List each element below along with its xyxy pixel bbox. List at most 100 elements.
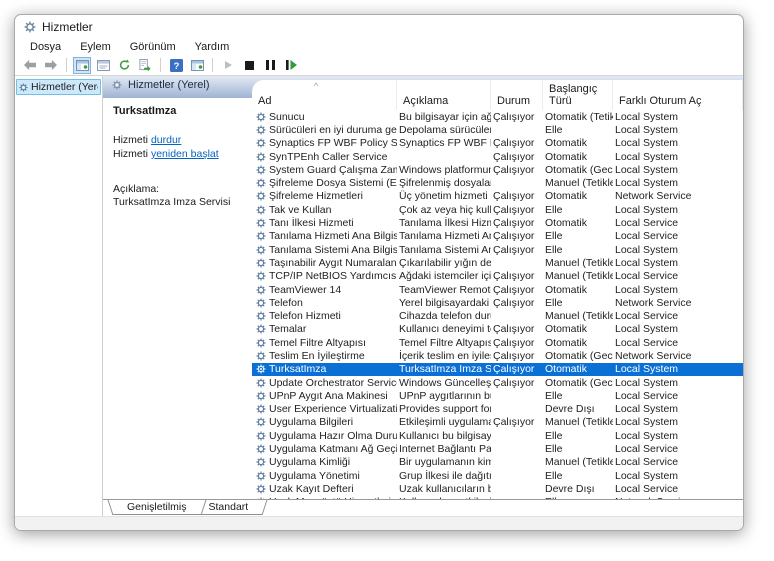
service-row[interactable]: User Experience Virtualizatio... Provide… [252,403,743,416]
service-name-cell: User Experience Virtualizatio... [252,403,397,415]
service-row[interactable]: TCP/IP NetBIOS Yardımcısı Ağdaki istemci… [252,270,743,283]
refresh-icon[interactable] [115,57,133,74]
service-row[interactable]: Synaptics FP WBF Policy Ser... Synaptics… [252,137,743,150]
stop-service-icon[interactable] [240,57,258,74]
service-gear-icon [256,431,266,441]
export-list-icon[interactable] [136,57,154,74]
start-service-icon[interactable] [219,57,237,74]
show-console-tree-icon[interactable] [73,57,91,74]
service-gear-icon [256,271,266,281]
service-row[interactable]: Uygulama Kimliği Bir uygulamanın kimliği… [252,456,743,469]
service-name-cell: Update Orchestrator Service [252,377,397,389]
service-row[interactable]: Sürücüleri en iyi duruma getir Depolama … [252,123,743,136]
service-gear-icon [256,378,266,388]
service-gear-icon [256,484,266,494]
service-row[interactable]: Tak ve Kullan Çok az veya hiç kullanıcı … [252,203,743,216]
service-name-cell: Tanı İlkesi Hizmeti [252,217,397,229]
column-header-baslangic[interactable]: Başlangıç Türü [543,80,613,110]
menu-dosya[interactable]: Dosya [30,41,61,53]
service-row[interactable]: Tanılama Hizmeti Ana Bilgis... Tanılama … [252,230,743,243]
service-name-cell: Uygulama Hazır Olma Duru... [252,430,397,442]
service-desc-cell: Temel Filtre Altyapısı (BF... [397,337,491,349]
menu-bar: Dosya Eylem Görünüm Yardım [15,39,743,55]
back-arrow-icon[interactable] [21,57,39,74]
service-row[interactable]: Taşınabilir Aygıt Numaralan... Çıkarılab… [252,256,743,269]
service-row[interactable]: SynTPEnh Caller Service Çalışıyor Otomat… [252,150,743,163]
service-row[interactable]: Uygulama Yönetimi Grup İlkesi ile dağıtı… [252,469,743,482]
column-header-oturum[interactable]: Farklı Oturum Aç [613,80,743,110]
pause-service-icon[interactable] [261,57,279,74]
service-name-cell: TCP/IP NetBIOS Yardımcısı [252,270,397,282]
service-start-cell: Elle [543,443,613,455]
service-logon-cell: Local Service [613,483,743,495]
service-row[interactable]: Telefon Yerel bilgisayardaki ve L... Çal… [252,296,743,309]
selected-service-panel: TurksatImza Hizmeti durdur Hizmeti yenid… [103,98,252,499]
service-name-cell: Tak ve Kullan [252,204,397,216]
service-row[interactable]: Şifreleme Dosya Sistemi (EFS) Şifrelenmi… [252,176,743,189]
service-name-cell: Synaptics FP WBF Policy Ser... [252,137,397,149]
service-logon-cell: Local System [613,164,743,176]
service-row[interactable]: Uzak Kayıt Defteri Uzak kullanıcıların b… [252,482,743,495]
service-gear-icon [256,152,266,162]
tab-label: Standart [209,501,249,513]
service-row[interactable]: UPnP Aygıt Ana Makinesi UPnP aygıtlarını… [252,389,743,402]
menu-yardim[interactable]: Yardım [195,41,230,53]
service-row[interactable]: Telefon Hizmeti Cihazda telefon durumu..… [252,309,743,322]
service-row[interactable]: Teslim En İyileştirme İçerik teslim en i… [252,349,743,362]
service-start-cell: Otomatik [543,217,613,229]
service-row[interactable]: Şifreleme Hizmetleri Üç yönetim hizmeti … [252,190,743,203]
column-header-aciklama[interactable]: Açıklama [397,80,491,110]
service-desc-cell: Üç yönetim hizmeti sağl... [397,190,491,202]
tree-item-services-local[interactable]: Hizmetler (Yerel) [16,79,101,95]
window-bottom-strip [15,516,743,530]
service-name-cell: Uygulama Yönetimi [252,470,397,482]
service-start-cell: Elle [543,230,613,242]
service-start-cell: Devre Dışı [543,403,613,415]
stop-service-link[interactable]: durdur [151,134,181,146]
service-gear-icon [256,457,266,467]
service-row[interactable]: Uygulama Bilgileri Etkileşimli uygulamal… [252,416,743,429]
service-gear-icon [256,112,266,122]
new-window-icon[interactable] [188,57,206,74]
service-start-cell: Otomatik [543,151,613,163]
service-status-cell: Çalışıyor [491,337,543,349]
column-header-durum[interactable]: Durum [491,80,543,110]
tab-genisletilmis[interactable]: Genişletilmiş [114,500,200,515]
service-status-cell: Çalışıyor [491,416,543,428]
service-start-cell: Elle [543,204,613,216]
properties-window-icon[interactable] [94,57,112,74]
column-header-ad[interactable]: Ad [252,80,397,110]
service-row[interactable]: Temalar Kullanıcı deneyimi tema... Çalış… [252,323,743,336]
selected-service-name: TurksatImza [113,105,242,117]
restart-service-icon[interactable] [282,57,300,74]
service-name-cell: Temel Filtre Altyapısı [252,337,397,349]
service-logon-cell: Local Service [613,270,743,282]
service-gear-icon [256,417,266,427]
service-row[interactable]: Sunucu Bu bilgisayar için ağ üzer... Çal… [252,110,743,123]
service-row[interactable]: Uygulama Hazır Olma Duru... Kullanıcı bu… [252,429,743,442]
service-row[interactable]: Update Orchestrator Service Windows Günc… [252,376,743,389]
service-start-cell: Elle [543,390,613,402]
service-row[interactable]: Temel Filtre Altyapısı Temel Filtre Alty… [252,336,743,349]
menu-gorunum[interactable]: Görünüm [130,41,176,53]
service-status-cell: Çalışıyor [491,111,543,123]
service-start-cell: Elle [543,244,613,256]
service-row[interactable]: System Guard Çalışma Zam... Windows plat… [252,163,743,176]
service-row[interactable]: TeamViewer 14 TeamViewer Remote Sof... Ç… [252,283,743,296]
forward-arrow-icon[interactable] [42,57,60,74]
service-logon-cell: Local System [613,363,743,375]
service-row[interactable]: Uygulama Katmanı Ağ Geçi... Internet Bağ… [252,442,743,455]
service-start-cell: Otomatik [543,323,613,335]
menu-eylem[interactable]: Eylem [80,41,111,53]
console-tree-pane: Hizmetler (Yerel) [15,76,103,516]
description-label: Açıklama: [113,183,242,196]
service-row[interactable]: Tanılama Sistemi Ana Bilgis... Tanılama … [252,243,743,256]
help-icon[interactable]: ? [167,57,185,74]
toolbar: ? [15,55,743,76]
restart-service-link[interactable]: yeniden başlat [151,148,219,160]
service-status-cell: Çalışıyor [491,164,543,176]
service-desc-cell: Şifrelenmiş dosyaları NT... [397,177,491,189]
service-name-cell: Telefon [252,297,397,309]
service-row[interactable]: Tanı İlkesi Hizmeti Tanılama İlkesi Hizm… [252,216,743,229]
service-row[interactable]: TurksatImza TurksatImza Imza Servisi Çal… [252,363,743,376]
